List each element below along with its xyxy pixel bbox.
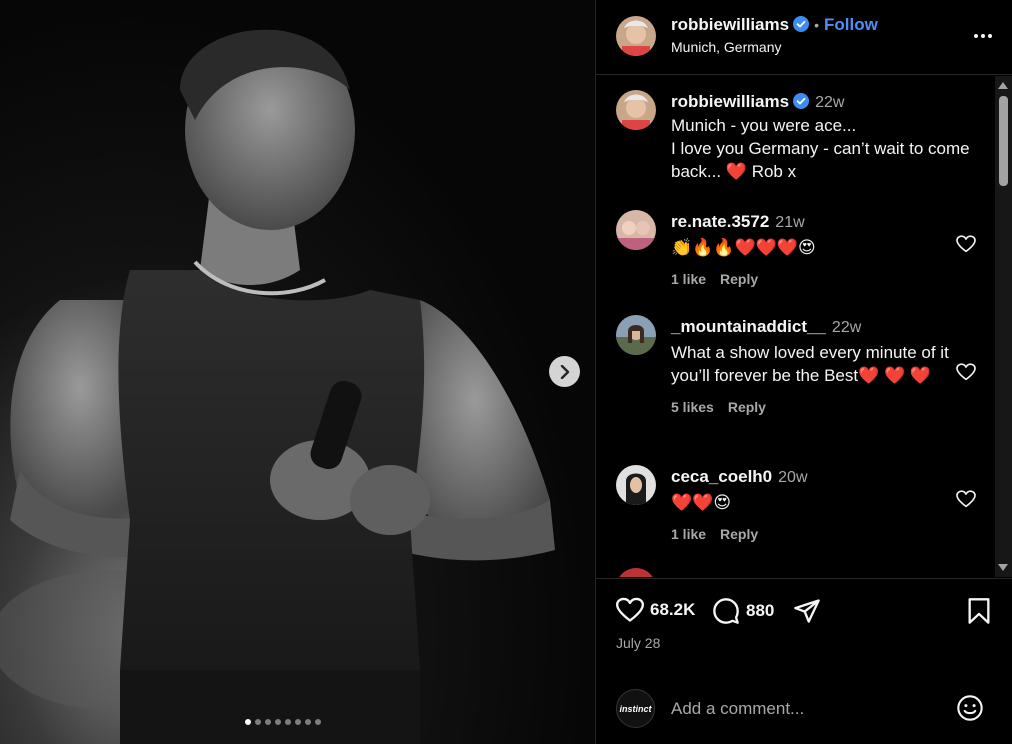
comment-avatar-image [616,210,656,250]
post-header: robbiewilliams • Follow Munich, Germany [596,0,1012,75]
add-comment-input[interactable] [671,696,941,722]
carousel-dot [305,719,311,725]
comment-likes[interactable]: 1 like [671,271,706,287]
comment-avatar[interactable] [616,568,656,577]
comment-body: ceca_coelh0 20w ❤️❤️😍 1 like Reply [671,465,961,546]
carousel-dot [295,719,301,725]
separator-dot: • [814,17,819,33]
post-media[interactable] [0,0,595,744]
post-location[interactable]: Munich, Germany [671,39,781,55]
carousel-dot [275,719,281,725]
comment-bubble-icon [713,598,739,624]
comment-username[interactable]: ceca_coelh0 [671,467,772,486]
comment-body: re.nate.3572 21w 👏🔥🔥❤️❤️❤️😍 1 like Reply [671,210,961,291]
comment-body: _mountainaddict__ 22w What a show loved e… [671,315,956,419]
send-icon [794,599,820,623]
save-button[interactable] [967,597,991,625]
post-actions: 68.2K 880 July 28 [596,578,1012,688]
comment-meta: 1 like Reply [671,523,961,546]
emoji-button[interactable] [956,694,984,727]
comments-scrollbar[interactable] [995,76,1012,577]
next-image-button[interactable] [549,356,580,387]
verified-badge-icon [793,93,810,109]
carousel-dot [245,719,251,725]
verified-badge-icon [793,16,810,32]
scroll-thumb[interactable] [999,96,1008,186]
comment-avatar-image [616,465,656,505]
carousel-dot [285,719,291,725]
comment-text: 👏🔥🔥❤️❤️❤️😍 [671,238,816,257]
comment-like-button[interactable] [956,490,976,513]
scroll-up-arrow-icon[interactable] [998,82,1008,89]
comment-like-button[interactable] [956,235,976,258]
comment-like-button[interactable] [956,363,976,386]
comment-avatar[interactable] [616,210,656,250]
heart-icon [616,597,644,622]
comment-time[interactable]: 22w [832,319,861,336]
post-date[interactable]: July 28 [616,635,660,651]
comment-time[interactable]: 20w [778,469,807,486]
carousel-dot [315,719,321,725]
reply-button[interactable]: Reply [720,526,758,542]
heart-icon [956,235,976,253]
comment-text: What a show loved every minute of it you… [671,343,954,385]
caption-avatar-image [616,90,656,130]
caption-username[interactable]: robbiewilliams [671,92,789,111]
caption-text: Munich - you were ace... I love you Germ… [671,116,970,181]
caption-body: robbiewilliams 22w Munich - you were ace.… [671,90,991,183]
post-sidebar: robbiewilliams • Follow Munich, Germany [595,0,1012,744]
carousel-dot [265,719,271,725]
carousel-dot [255,719,261,725]
emoji-smiley-icon [957,695,983,721]
scroll-down-arrow-icon[interactable] [998,564,1008,571]
reply-button[interactable]: Reply [728,399,766,415]
more-horizontal-icon [974,34,992,38]
comments-list[interactable]: robbiewilliams 22w Munich - you were ace.… [596,76,1012,577]
comment-username[interactable]: re.nate.3572 [671,212,769,231]
comment-likes[interactable]: 1 like [671,526,706,542]
chevron-right-icon [560,364,569,379]
comment-count[interactable]: 880 [746,601,774,621]
comment-text: ❤️❤️😍 [671,493,732,512]
comment-button[interactable]: 880 [712,597,774,625]
heart-icon [956,363,976,381]
comment-meta: 1 like Reply [671,268,961,291]
comment-composer: instinct [596,688,1012,744]
carousel-indicator [245,719,321,725]
share-button[interactable] [793,597,821,625]
heart-icon [956,490,976,508]
reply-button[interactable]: Reply [720,271,758,287]
comment-meta: 5 likes Reply [671,396,956,419]
current-user-avatar: instinct [616,689,655,728]
caption-time[interactable]: 22w [815,94,844,111]
comment-avatar[interactable] [616,315,656,355]
caption-avatar[interactable] [616,90,656,130]
like-count[interactable]: 68.2K [650,600,695,620]
author-avatar[interactable] [616,16,656,56]
comment-likes[interactable]: 5 likes [671,399,714,415]
comment-time[interactable]: 21w [775,214,804,231]
more-options-button[interactable] [973,26,993,44]
current-user-avatar-text: instinct [619,703,652,714]
comment-username[interactable]: _mountainaddict__ [671,317,826,336]
bookmark-icon [968,598,990,624]
like-button[interactable]: 68.2K [616,597,695,623]
author-avatar-image [616,16,656,56]
caption-header: robbiewilliams 22w [671,90,991,114]
comment-avatar-image [616,315,656,355]
follow-button[interactable]: Follow [824,15,878,34]
post-photo [0,29,555,744]
author-line: robbiewilliams • Follow [671,15,878,35]
author-username[interactable]: robbiewilliams [671,15,789,34]
comment-avatar[interactable] [616,465,656,505]
